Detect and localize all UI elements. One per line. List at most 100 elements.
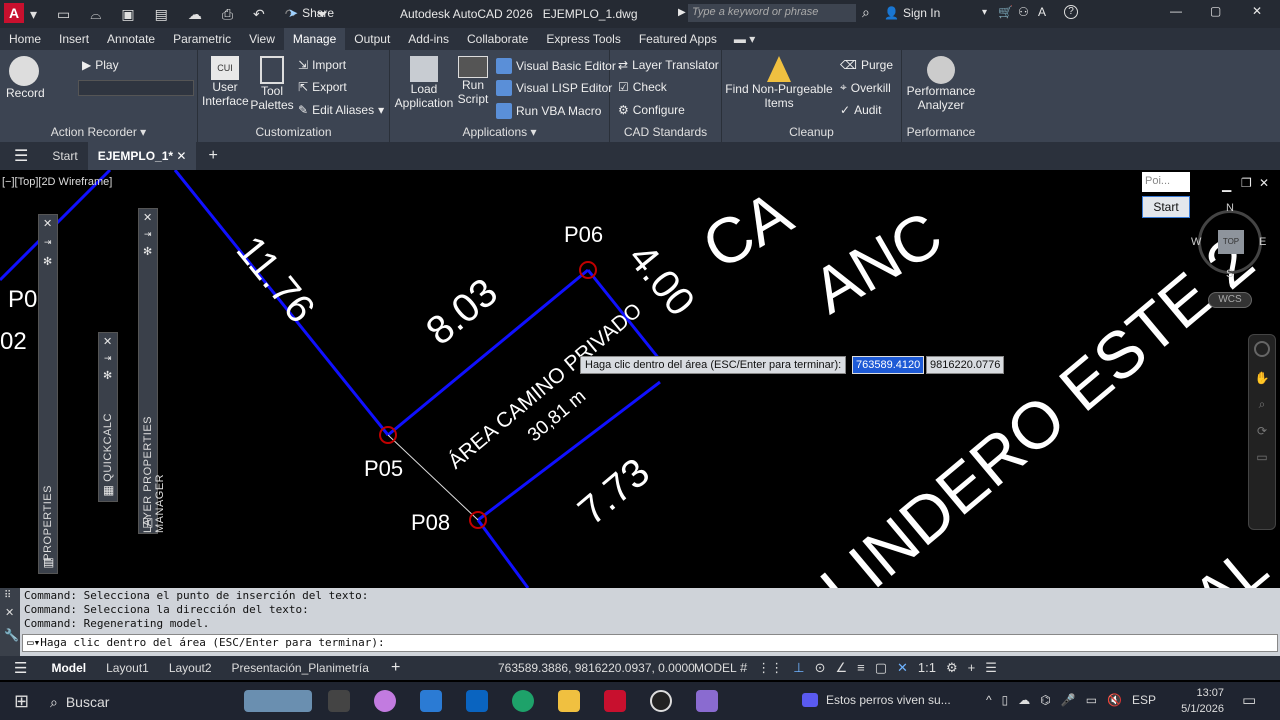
viewport-minimize-icon[interactable]: ▁ bbox=[1222, 178, 1231, 192]
explorer-icon[interactable] bbox=[558, 690, 580, 712]
tab-manage[interactable]: Manage bbox=[283, 28, 346, 50]
showmotion-icon[interactable]: ▭ bbox=[1249, 450, 1275, 464]
export-button[interactable]: ⇱ Export bbox=[298, 80, 347, 94]
tab-home[interactable]: Home bbox=[0, 28, 50, 50]
tray-chevron-icon[interactable]: ^ bbox=[986, 693, 992, 707]
lineweight-icon[interactable]: ≡ bbox=[857, 660, 865, 676]
new-tab-icon[interactable]: + bbox=[196, 147, 229, 165]
autocad-logo-icon[interactable]: A bbox=[4, 3, 24, 23]
palette-close-icon[interactable]: ✕ bbox=[43, 217, 52, 230]
minimize-icon[interactable]: — bbox=[1170, 4, 1182, 18]
windows-start-icon[interactable]: ⊞ bbox=[14, 691, 29, 712]
panel-title-applications[interactable]: Applications ▾ bbox=[390, 124, 609, 140]
layout-tab[interactable]: Presentación_Planimetría bbox=[222, 661, 379, 675]
tray-cloud-icon[interactable]: ☁ bbox=[1018, 693, 1030, 707]
app-menu-icon[interactable]: ▾ bbox=[30, 6, 37, 23]
user-interface-button[interactable]: CUI User Interface bbox=[202, 56, 249, 108]
help-icon[interactable]: ? bbox=[1064, 5, 1078, 19]
doc-tab-active[interactable]: EJEMPLO_1* ✕ bbox=[87, 142, 197, 170]
hamburger-icon[interactable]: ☰ bbox=[0, 146, 42, 166]
close-tab-icon[interactable]: ✕ bbox=[176, 149, 186, 163]
widgets-icon[interactable] bbox=[244, 690, 312, 712]
command-settings-icon[interactable]: 🔧 bbox=[4, 628, 19, 642]
ribbon-options-icon[interactable]: ▬ ▾ bbox=[726, 32, 763, 46]
news-widget[interactable]: Estos perros viven su... bbox=[802, 693, 951, 707]
autocad-taskbar-icon[interactable] bbox=[604, 690, 626, 712]
poi-field[interactable]: Poi... bbox=[1142, 172, 1190, 192]
close-icon[interactable]: ✕ bbox=[1252, 4, 1262, 18]
lisp-editor-button[interactable]: Visual LISP Editor bbox=[496, 80, 612, 96]
tool-palettes-button[interactable]: Tool Palettes bbox=[250, 56, 294, 112]
ortho-icon[interactable]: ⊥ bbox=[793, 660, 804, 676]
edit-aliases-button[interactable]: ✎ Edit Aliases ▾ bbox=[298, 103, 384, 117]
tab-annotate[interactable]: Annotate bbox=[98, 28, 164, 50]
panel-title-action-recorder[interactable]: Action Recorder ▾ bbox=[0, 124, 197, 140]
vba-editor-button[interactable]: Visual Basic Editor bbox=[496, 58, 616, 74]
layout-menu-icon[interactable]: ☰ bbox=[0, 659, 41, 677]
dynamic-input-y[interactable]: 9816220.0776 bbox=[926, 356, 1005, 374]
print-icon[interactable]: ⎙ bbox=[222, 6, 233, 23]
tab-featured-apps[interactable]: Featured Apps bbox=[630, 28, 726, 50]
macro-select[interactable] bbox=[78, 80, 194, 96]
annotation-icon[interactable]: ✕ bbox=[897, 660, 908, 676]
tray-volume-icon[interactable]: 🔇 bbox=[1107, 693, 1122, 707]
font-icon[interactable]: A bbox=[1038, 5, 1046, 19]
copilot-icon[interactable] bbox=[374, 690, 396, 712]
obs-icon[interactable] bbox=[650, 690, 672, 712]
layout-tab-model[interactable]: Model bbox=[41, 661, 96, 675]
quickcalc-palette[interactable]: ✕ ⇥ ✻ QUICKCALC ▦ bbox=[98, 332, 118, 502]
grid-icon[interactable]: # bbox=[740, 660, 747, 676]
layer-translator-button[interactable]: ⇄ Layer Translator bbox=[618, 58, 719, 72]
store-icon[interactable] bbox=[420, 690, 442, 712]
cart-icon[interactable]: 🛒 bbox=[998, 5, 1013, 19]
check-button[interactable]: ☑ Check bbox=[618, 80, 667, 94]
saveas-icon[interactable]: ▤ bbox=[155, 6, 168, 23]
start-button[interactable]: Start bbox=[1142, 196, 1190, 218]
outlook-icon[interactable] bbox=[466, 690, 488, 712]
configure-button[interactable]: ⚙ Configure bbox=[618, 103, 685, 117]
viewport-close-icon[interactable]: ✕ bbox=[1259, 176, 1269, 190]
dynamic-input-x[interactable]: 763589.4120 bbox=[852, 356, 925, 374]
maximize-icon[interactable]: ▢ bbox=[1210, 4, 1221, 18]
record-button[interactable]: Record bbox=[6, 56, 45, 100]
selection-cycling-icon[interactable]: ▢ bbox=[875, 660, 887, 676]
tab-insert[interactable]: Insert bbox=[50, 28, 98, 50]
cloud-icon[interactable]: ☁ bbox=[188, 6, 202, 23]
tray-screen-icon[interactable]: ▭ bbox=[1086, 693, 1097, 707]
command-grip-icon[interactable]: ⠿ bbox=[4, 590, 11, 601]
palette-autohide-icon[interactable]: ⇥ bbox=[104, 353, 112, 364]
viewcube-top[interactable]: TOP bbox=[1218, 230, 1244, 254]
viewport-restore-icon[interactable]: ❐ bbox=[1241, 176, 1252, 190]
zoom-icon[interactable]: ⌕ bbox=[1249, 397, 1275, 412]
settings-gear-icon[interactable]: ⚙ bbox=[946, 660, 958, 676]
tab-express-tools[interactable]: Express Tools bbox=[537, 28, 629, 50]
task-view-icon[interactable] bbox=[328, 690, 350, 712]
drawing-area[interactable]: [−][Top][2D Wireframe] P06 P05 P08 P0 02… bbox=[0, 170, 1280, 588]
performance-analyzer-button[interactable]: Performance Analyzer bbox=[906, 56, 976, 112]
new-icon[interactable]: ▭ bbox=[57, 6, 70, 23]
notification-icon[interactable]: ▭ bbox=[1242, 691, 1256, 709]
wcs-menu[interactable]: WCS bbox=[1208, 292, 1252, 308]
tray-mic-icon[interactable]: 🎤 bbox=[1061, 693, 1076, 707]
steering-wheel-icon[interactable] bbox=[1254, 341, 1270, 357]
edge-icon[interactable] bbox=[512, 690, 534, 712]
play-button[interactable]: ▶ Play bbox=[82, 58, 119, 72]
find-nonpurgeable-button[interactable]: Find Non-Purgeable Items bbox=[724, 56, 834, 110]
annotation-scale[interactable]: 1:1 bbox=[918, 660, 936, 676]
viewport-label[interactable]: [−][Top][2D Wireframe] bbox=[2, 176, 112, 188]
app-icon[interactable] bbox=[696, 690, 718, 712]
command-close-icon[interactable]: ✕ bbox=[5, 606, 14, 619]
sign-in-button[interactable]: 👤 Sign In bbox=[884, 6, 940, 20]
osnap-tracking-icon[interactable]: ∠ bbox=[835, 660, 847, 676]
tab-add-ins[interactable]: Add-ins bbox=[399, 28, 458, 50]
purge-button[interactable]: ⌫ Purge bbox=[840, 58, 893, 72]
tray-network-icon[interactable]: ⌬ bbox=[1040, 693, 1050, 707]
run-script-button[interactable]: Run Script bbox=[454, 56, 492, 106]
layout-tab[interactable]: Layout2 bbox=[159, 661, 222, 675]
tab-output[interactable]: Output bbox=[345, 28, 399, 50]
pan-icon[interactable]: ✋ bbox=[1249, 371, 1275, 385]
palette-close-icon[interactable]: ✕ bbox=[143, 211, 152, 224]
customize-icon[interactable]: ☰ bbox=[985, 660, 997, 676]
snap-icon[interactable]: ⋮⋮ bbox=[757, 660, 783, 676]
tray-app-icon[interactable]: ▯ bbox=[1002, 693, 1009, 707]
